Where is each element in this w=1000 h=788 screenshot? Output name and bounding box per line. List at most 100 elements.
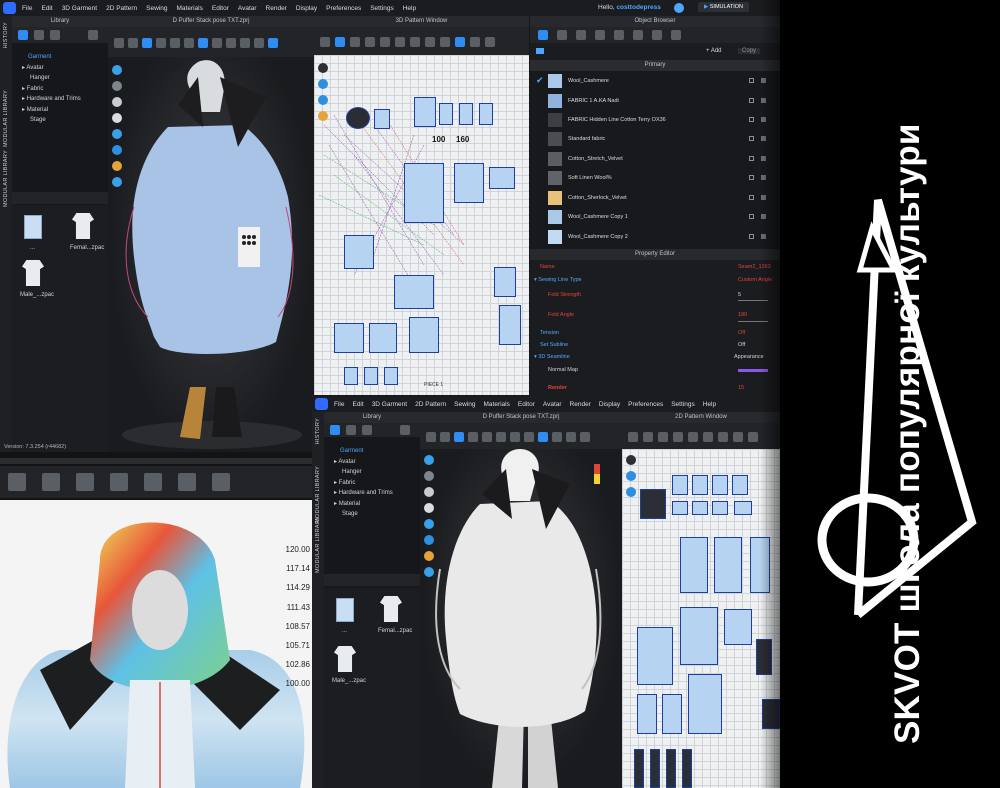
file-female-thumb[interactable]: [72, 213, 94, 239]
tree-hanger[interactable]: Hanger: [22, 73, 106, 84]
fold-strength-input[interactable]: 5: [738, 292, 741, 298]
tree-fabric[interactable]: ▸ Fabric: [334, 478, 418, 489]
tree-garment[interactable]: Garment: [22, 52, 106, 63]
transform-tool-icon[interactable]: [454, 432, 464, 442]
pattern-piece[interactable]: [494, 267, 516, 297]
menu-render[interactable]: Render: [266, 5, 287, 12]
pattern-seg-sew-icon[interactable]: [748, 432, 758, 442]
tree-fabric[interactable]: ▸ Fabric: [22, 84, 106, 95]
library-grid-icon[interactable]: [362, 425, 372, 435]
pattern-piece[interactable]: [344, 235, 374, 269]
menu-render[interactable]: Render: [570, 401, 591, 408]
pattern-point-icon[interactable]: [658, 432, 668, 442]
pattern-rect-icon[interactable]: [380, 37, 390, 47]
simulation-toggle[interactable]: ▶ SIMULATION: [698, 2, 749, 12]
pattern-select-icon[interactable]: [628, 432, 638, 442]
strain-tool-2-icon[interactable]: [42, 473, 60, 491]
menu-settings[interactable]: Settings: [671, 401, 695, 408]
side-tab-modular-library-2[interactable]: MODULAR LIBRARY: [3, 150, 9, 207]
library-folder-icon[interactable]: [346, 425, 356, 435]
pattern-dart-icon[interactable]: [718, 432, 728, 442]
pattern-edit-icon[interactable]: [335, 37, 345, 47]
ob-graphic-icon[interactable]: [671, 30, 681, 40]
pattern-texture-icon[interactable]: [470, 37, 480, 47]
pin-tool-icon[interactable]: [156, 38, 166, 48]
strain-viewport[interactable]: [0, 500, 312, 788]
pattern-piece[interactable]: [414, 97, 436, 127]
library-home-icon[interactable]: [18, 30, 28, 40]
menu-edit[interactable]: Edit: [41, 5, 52, 12]
menu-materials[interactable]: Materials: [177, 5, 203, 12]
pattern-piece[interactable]: [346, 107, 370, 129]
fabric-apply-icon[interactable]: [749, 234, 754, 239]
tree-avatar[interactable]: ▸ Avatar: [334, 457, 418, 468]
tree-stage[interactable]: Stage: [334, 509, 418, 520]
strain-tool-5-icon[interactable]: [144, 473, 162, 491]
tree-material[interactable]: ▸ Material: [334, 499, 418, 510]
menu-help[interactable]: Help: [703, 401, 716, 408]
fabric-apply-icon[interactable]: [749, 117, 754, 122]
pattern-piece[interactable]: [404, 163, 444, 223]
ob-topstitch-icon[interactable]: [595, 30, 605, 40]
pattern-piece[interactable]: [680, 537, 708, 593]
menu-3d-garment[interactable]: 3D Garment: [372, 401, 407, 408]
pattern-piece[interactable]: [499, 305, 521, 345]
ob-buttonhole-icon[interactable]: [576, 30, 586, 40]
pattern-piece[interactable]: [334, 323, 364, 353]
fabric-item[interactable]: FABRIC 1 A.KA Nadi: [530, 91, 780, 110]
viewport-3d[interactable]: [108, 57, 314, 452]
fabric-apply-icon[interactable]: [749, 214, 754, 219]
library-add-icon[interactable]: [400, 425, 410, 435]
viewport-3d[interactable]: [420, 449, 622, 788]
pattern-piece[interactable]: [688, 674, 722, 734]
tree-hardware[interactable]: ▸ Hardware and Trims: [22, 94, 106, 105]
pattern-piece[interactable]: [489, 167, 515, 189]
fabric-item[interactable]: Soft Linen Wool%: [530, 168, 780, 187]
trim-tool-icon[interactable]: [240, 38, 250, 48]
pattern-circle-icon[interactable]: [395, 37, 405, 47]
pattern-sew-icon[interactable]: [733, 432, 743, 442]
fabric-apply-icon[interactable]: [749, 195, 754, 200]
pattern-piece[interactable]: [439, 103, 453, 125]
menu-display[interactable]: Display: [599, 401, 620, 408]
strain-tool-1-icon[interactable]: [8, 473, 26, 491]
ob-fabric-icon[interactable]: [538, 30, 548, 40]
select-tool-icon[interactable]: [426, 432, 436, 442]
pattern-piece[interactable]: [459, 103, 473, 125]
fabric-item[interactable]: Cotton_Sherlock_Velvet: [530, 188, 780, 207]
pattern-view-icon[interactable]: [626, 471, 636, 481]
ob-button-icon[interactable]: [557, 30, 567, 40]
fabric-item[interactable]: Wool_Cashmere Copy 1: [530, 207, 780, 226]
ob-puckering-icon[interactable]: [614, 30, 624, 40]
ob-zipper-icon[interactable]: [652, 30, 662, 40]
ob-folder-icon[interactable]: [536, 48, 544, 54]
pattern-dart-icon[interactable]: [410, 37, 420, 47]
pattern-piece[interactable]: [369, 323, 397, 353]
fabric-apply-icon[interactable]: [749, 175, 754, 180]
pattern-piece[interactable]: [650, 749, 660, 788]
fold-tool-icon[interactable]: [170, 38, 180, 48]
render-input[interactable]: 15: [738, 385, 744, 391]
side-tab-modular-library[interactable]: MODULAR LIBRARY: [315, 466, 321, 523]
pattern-piece[interactable]: [344, 367, 358, 385]
menu-editor[interactable]: Editor: [518, 401, 535, 408]
subline-toggle[interactable]: Off: [738, 342, 745, 348]
ob-copy-button[interactable]: Copy: [738, 48, 761, 54]
brush-tool-icon[interactable]: [538, 432, 548, 442]
menu-display[interactable]: Display: [296, 5, 317, 12]
tree-avatar[interactable]: ▸ Avatar: [22, 63, 106, 74]
user-avatar-icon[interactable]: [674, 3, 684, 13]
menu-preferences[interactable]: Preferences: [326, 5, 361, 12]
strain-tool-4-icon[interactable]: [110, 473, 128, 491]
tree-garment[interactable]: Garment: [334, 446, 418, 457]
library-folder-icon[interactable]: [34, 30, 44, 40]
transform-tool-icon[interactable]: [142, 38, 152, 48]
move-tool-icon[interactable]: [128, 38, 138, 48]
pattern-piece[interactable]: [637, 694, 657, 734]
pattern-piece[interactable]: [714, 537, 742, 593]
menu-sewing[interactable]: Sewing: [454, 401, 475, 408]
pattern-piece[interactable]: [712, 501, 728, 515]
pattern-piece[interactable]: [634, 749, 644, 788]
pattern-graphic-icon[interactable]: [485, 37, 495, 47]
fold-angle-input[interactable]: 180: [738, 312, 747, 318]
